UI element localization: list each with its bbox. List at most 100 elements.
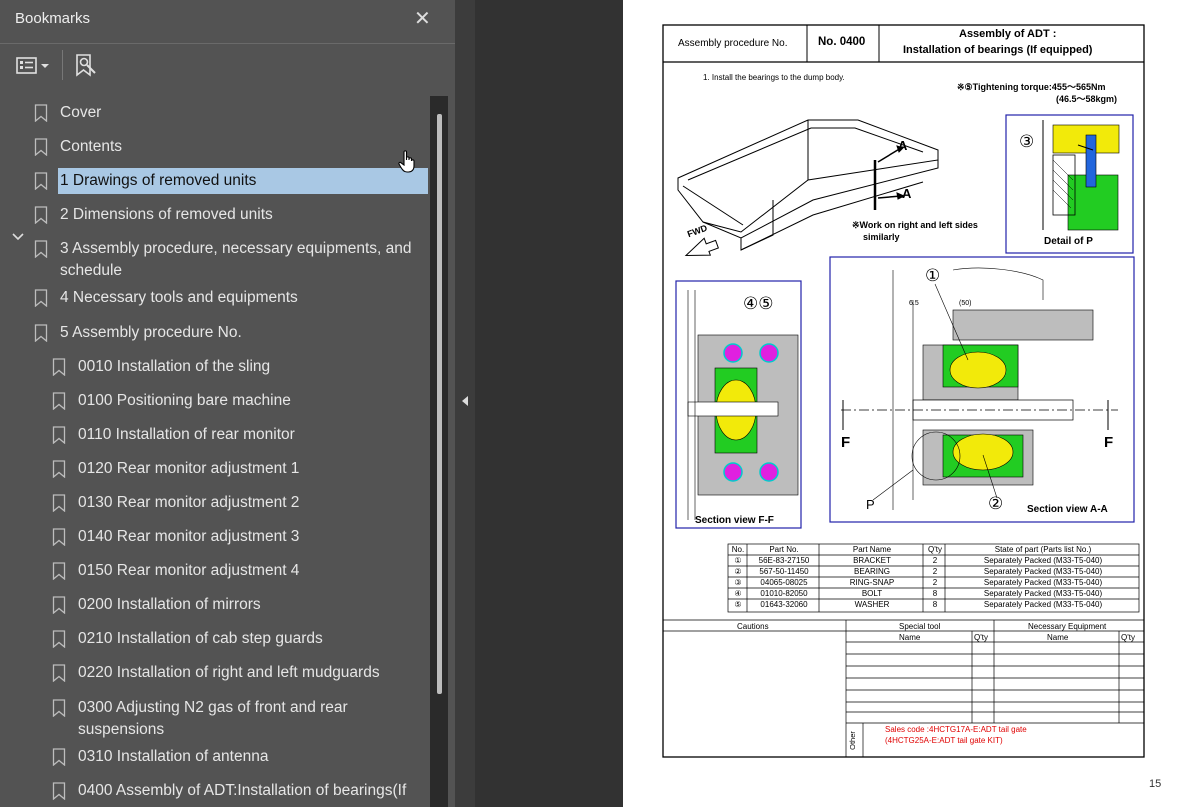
parts-table-cell: Separately Packed (M33-T5-040): [983, 600, 1103, 609]
parts-table-header: No.: [731, 545, 745, 554]
parts-table-cell: ⑤: [734, 600, 742, 609]
section-aa-caption: Section view A-A: [1027, 504, 1108, 515]
callout-2: ②: [988, 494, 1004, 513]
page-number: 15: [1149, 778, 1162, 790]
parts-table-cell: Separately Packed (M33-T5-040): [983, 578, 1103, 587]
parts-table-cell: ④: [734, 589, 742, 598]
parts-table-cell: Separately Packed (M33-T5-040): [983, 589, 1103, 598]
parts-table-header: Part No.: [769, 545, 799, 554]
bookmark-item[interactable]: 5 Assembly procedure No.: [34, 322, 242, 344]
label-a-bottom: A: [902, 186, 912, 201]
bookmark-label-line1: 3 Assembly procedure, necessary equipmen…: [60, 240, 412, 257]
parts-table-cell: BOLT: [861, 589, 883, 598]
bookmark-item[interactable]: 0110 Installation of rear monitor: [52, 424, 295, 446]
parts-table-cell: 2: [932, 567, 938, 576]
bookmark-item[interactable]: 0130 Rear monitor adjustment 2: [52, 492, 299, 514]
label-p: P: [866, 497, 875, 512]
bookmark-item[interactable]: 0140 Rear monitor adjustment 3: [52, 526, 299, 548]
close-icon[interactable]: ✕: [414, 6, 431, 31]
bookmark-icon: [52, 596, 66, 614]
bookmark-icon: [34, 138, 48, 156]
bookmark-label: 0150 Rear monitor adjustment 4: [78, 562, 300, 579]
bookmark-icon: [52, 562, 66, 580]
equipment-name-header: Name: [1047, 633, 1069, 642]
parts-table-header: Q'ty: [928, 545, 942, 554]
bookmark-item[interactable]: 0120 Rear monitor adjustment 1: [52, 458, 299, 480]
bookmark-label: 0400 Assembly of ADT:Installation of bea…: [78, 782, 407, 799]
bookmark-item[interactable]: Cover: [34, 102, 101, 124]
bookmark-label: 3 Assembly procedure, necessary equipmen…: [60, 238, 412, 282]
panel-title: Bookmarks: [15, 10, 91, 27]
bookmark-icon: [34, 206, 48, 224]
bookmark-icon: [52, 528, 66, 546]
bookmark-options-button[interactable]: [16, 52, 54, 80]
bookmark-item[interactable]: 1 Drawings of removed units: [34, 168, 428, 194]
doc-title-line2: Installation of bearings (If equipped): [903, 44, 1093, 56]
parts-table-cell: 01643-32060: [760, 600, 808, 609]
toolbar-separator: [62, 50, 63, 80]
bookmark-icon: [52, 630, 66, 648]
bookmark-label: 0220 Installation of right and left mudg…: [78, 664, 380, 681]
bookmark-item[interactable]: 0200 Installation of mirrors: [52, 594, 261, 616]
bookmark-item[interactable]: Contents: [34, 136, 122, 158]
bookmark-item[interactable]: 0100 Positioning bare machine: [52, 390, 291, 412]
procedure-label: Assembly procedure No.: [678, 38, 788, 49]
sales-code-line2: (4HCTG25A-E:ADT tail gate KIT): [885, 736, 1003, 745]
bookmark-label: 0210 Installation of cab step guards: [78, 630, 323, 647]
torque-line2: (46.5～58kgm): [1056, 94, 1118, 104]
procedure-number: No. 0400: [818, 36, 866, 48]
work-note-line1: ※Work on right and left sides: [852, 220, 978, 230]
chevron-down-icon[interactable]: [12, 229, 24, 245]
parts-table-cell: Separately Packed (M33-T5-040): [983, 567, 1103, 576]
section-ff-drawing: [687, 290, 799, 520]
bookmark-item[interactable]: 0220 Installation of right and left mudg…: [52, 662, 380, 684]
bookmark-icon: [34, 104, 48, 122]
bookmark-icon: [52, 460, 66, 478]
bookmark-icon: [52, 699, 66, 717]
parts-table-cell: ③: [734, 578, 742, 587]
bookmark-item[interactable]: 4 Necessary tools and equipments: [34, 287, 298, 309]
bookmark-item[interactable]: 0010 Installation of the sling: [52, 356, 270, 378]
bookmark-icon: [34, 172, 48, 190]
find-bookmark-button[interactable]: [74, 52, 98, 80]
scrollbar-thumb[interactable]: [437, 114, 442, 694]
parts-table-cell: BEARING: [853, 567, 890, 576]
find-bookmark-icon: [76, 54, 96, 77]
bookmark-item[interactable]: 0150 Rear monitor adjustment 4: [52, 560, 299, 582]
doc-title-line1: Assembly of ADT :: [959, 28, 1057, 40]
bookmark-label: 0200 Installation of mirrors: [78, 596, 261, 613]
bookmark-item[interactable]: 0300 Adjusting N2 gas of front and rear s…: [52, 697, 348, 741]
bookmark-label: 0100 Positioning bare machine: [78, 392, 291, 409]
bookmark-icon: [52, 664, 66, 682]
bookmark-item[interactable]: 3 Assembly procedure, necessary equipmen…: [34, 238, 412, 282]
bookmark-label: 0120 Rear monitor adjustment 1: [78, 460, 300, 477]
bookmark-label: 0140 Rear monitor adjustment 3: [78, 528, 300, 545]
parts-table-cell: 8: [932, 589, 938, 598]
parts-table-cell: ②: [734, 567, 742, 576]
bookmark-icon: [52, 494, 66, 512]
label-f-left: F: [841, 434, 851, 451]
parts-table-cell: WASHER: [854, 600, 890, 609]
parts-table-cell: 04065-08025: [760, 578, 808, 587]
sales-code-line1: Sales code :4HCTG17A-E:ADT tail gate: [885, 725, 1027, 734]
parts-table-header: State of part (Parts list No.): [994, 545, 1092, 554]
parts-table-cell: ①: [734, 556, 742, 565]
collapse-panel-arrow-icon[interactable]: [462, 396, 468, 406]
label-f-right: F: [1104, 434, 1114, 451]
bookmark-item[interactable]: 0400 Assembly of ADT:Installation of bea…: [52, 780, 406, 802]
bookmark-label: 0130 Rear monitor adjustment 2: [78, 494, 300, 511]
bookmark-label: 1 Drawings of removed units: [58, 168, 428, 194]
bookmark-label-line1: 0300 Adjusting N2 gas of front and rear: [78, 699, 348, 716]
bookmark-item[interactable]: 2 Dimensions of removed units: [34, 204, 273, 226]
work-note-line2: similarly: [863, 232, 900, 242]
bookmark-item[interactable]: 0310 Installation of antenna: [52, 746, 268, 768]
other-label: Other: [847, 731, 857, 750]
step-text: 1. Install the bearings to the dump body…: [703, 73, 845, 82]
cautions-heading: Cautions: [737, 622, 769, 631]
panel-scrollbar[interactable]: [430, 96, 448, 807]
document-page: Assembly procedure No. No. 0400 Assembly…: [623, 0, 1200, 807]
bookmark-item[interactable]: 0210 Installation of cab step guards: [52, 628, 323, 650]
page-drawing: [662, 24, 1145, 758]
dimension-50: (50): [959, 300, 972, 307]
bookmark-label: Contents: [60, 138, 123, 155]
